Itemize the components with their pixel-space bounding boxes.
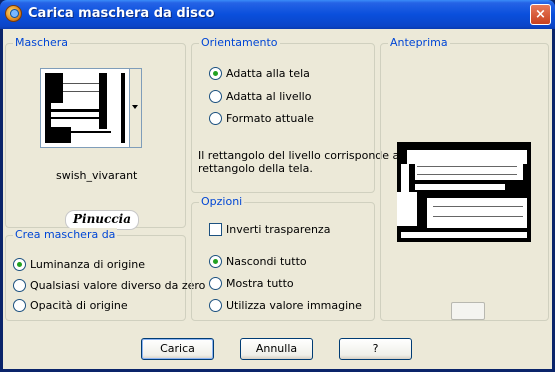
radio-hide-all-label: Nascondi tutto — [226, 255, 307, 268]
orientation-note-line1: Il rettangolo del livello corrisponde al — [198, 149, 403, 162]
radio-current-size-label: Formato attuale — [226, 112, 314, 125]
radio-hide-all[interactable] — [209, 255, 222, 268]
radio-use-image-value[interactable] — [209, 299, 222, 312]
dialog-body: Maschera swish_vivarant Pinuccia Crea ma… — [3, 29, 552, 369]
invert-transparency-checkbox[interactable] — [209, 223, 222, 236]
preview-group-legend: Anteprima — [388, 36, 450, 49]
options-group: Opzioni Inverti trasparenza Nascondi tut… — [191, 195, 375, 321]
cancel-button[interactable]: Annulla — [240, 338, 313, 360]
radio-source-opacity[interactable] — [13, 299, 26, 312]
orientation-group: Orientamento Adatta alla tela Adatta al … — [191, 36, 402, 193]
mask-name: swish_vivarant — [56, 169, 138, 182]
radio-any-nonzero-label: Qualsiasi valore diverso da zero — [30, 279, 206, 292]
title-bar[interactable]: Carica maschera da disco × — [0, 0, 555, 29]
window-title: Carica maschera da disco — [28, 6, 215, 21]
radio-fit-layer[interactable] — [209, 90, 222, 103]
preview-image-graphic — [397, 142, 531, 242]
radio-show-all[interactable] — [209, 277, 222, 290]
mask-thumbnail-image — [41, 69, 129, 147]
create-group-legend: Crea maschera da — [13, 228, 118, 241]
radio-source-luminance[interactable] — [13, 258, 26, 271]
radio-source-luminance-label: Luminanza di origine — [30, 258, 145, 271]
create-mask-from-group: Crea maschera da Luminanza di origine Qu… — [5, 228, 205, 321]
help-button[interactable]: ? — [339, 338, 412, 360]
close-button[interactable]: × — [530, 4, 551, 25]
radio-fit-canvas-label: Adatta alla tela — [226, 67, 310, 80]
app-icon — [5, 5, 22, 22]
dialog-window: Carica maschera da disco × Maschera swis… — [0, 0, 555, 372]
radio-show-all-label: Mostra tutto — [226, 277, 294, 290]
preview-image — [397, 142, 531, 242]
radio-fit-layer-label: Adatta al livello — [226, 90, 312, 103]
orientation-note-line2: rettangolo della tela. — [198, 162, 313, 175]
radio-current-size[interactable] — [209, 112, 222, 125]
radio-any-nonzero[interactable] — [13, 279, 26, 292]
pinuccia-logo: Pinuccia — [65, 210, 139, 230]
mask-thumbnail[interactable] — [40, 68, 130, 148]
radio-fit-canvas[interactable] — [209, 67, 222, 80]
mask-dropdown-arrow-icon[interactable] — [130, 68, 142, 148]
mask-group: Maschera swish_vivarant Pinuccia — [5, 36, 186, 230]
radio-source-opacity-label: Opacità di origine — [30, 299, 128, 312]
radio-use-image-value-label: Utilizza valore immagine — [226, 299, 362, 312]
orientation-group-legend: Orientamento — [199, 36, 280, 49]
preview-toggle-button[interactable] — [451, 302, 485, 320]
preview-group: Anteprima — [380, 36, 549, 321]
invert-transparency-label: Inverti trasparenza — [226, 223, 331, 236]
mask-group-legend: Maschera — [13, 36, 71, 49]
load-button[interactable]: Carica — [141, 338, 214, 360]
options-group-legend: Opzioni — [199, 195, 245, 208]
